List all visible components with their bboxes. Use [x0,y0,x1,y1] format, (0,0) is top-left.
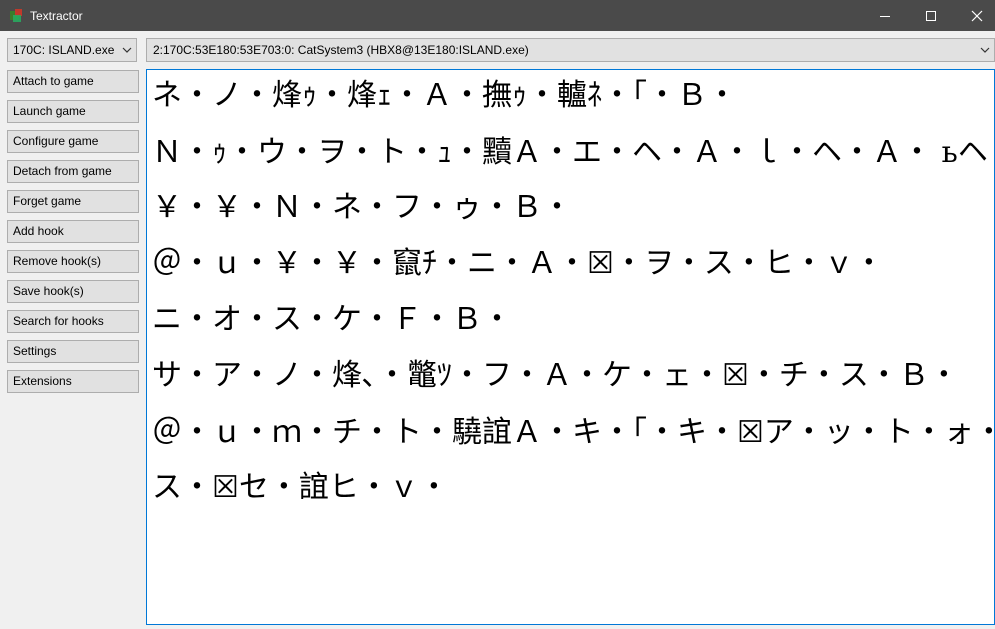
add-hook-button[interactable]: Add hook [7,220,139,243]
configure-game-button[interactable]: Configure game [7,130,139,153]
text-thread-select-value: 2:170C:53E180:53E703:0: CatSystem3 (HBX8… [153,43,529,57]
forget-game-button[interactable]: Forget game [7,190,139,213]
output-line: ニ・オ・ス・ケ・Ｆ・Ｂ・ [152,302,512,337]
search-for-hooks-button[interactable]: Search for hooks [7,310,139,333]
window-title: Textractor [30,9,83,23]
output-line: ＠・ｕ・￥・￥・竄ﾁ・ニ・Ａ・☒・ヲ・ス・ヒ・ｖ・ [152,246,884,281]
maximize-button[interactable] [908,0,954,31]
maximize-icon [926,10,936,21]
remove-hooks-button[interactable]: Remove hook(s) [7,250,139,273]
chevron-down-icon [122,47,132,53]
extensions-button[interactable]: Extensions [7,370,139,393]
output-line: Ｎ・ｩ・ウ・ヲ・ト・ｭ・黷Ａ・エ・ヘ・Ａ・ｌ・ヘ・Ａ・ ьヘ・ [152,135,995,170]
detach-from-game-button[interactable]: Detach from game [7,160,139,183]
title-bar: Textractor [0,0,995,31]
output-line: ネ・ノ・烽ｩ・烽ｪ・Ａ・撫ｩ・轤ﾈ・「・Ｂ・ [152,78,737,113]
text-thread-select[interactable]: 2:170C:53E180:53E703:0: CatSystem3 (HBX8… [146,38,995,62]
text-output-area[interactable]: ネ・ノ・烽ｩ・烽ｪ・Ａ・撫ｩ・轤ﾈ・「・Ｂ・ Ｎ・ｩ・ウ・ヲ・ト・ｭ・黷Ａ・エ・… [146,69,995,625]
process-select[interactable]: 170C: ISLAND.exe [7,38,137,62]
minimize-icon [880,15,890,17]
close-icon [971,10,983,21]
process-select-value: 170C: ISLAND.exe [13,43,115,57]
close-button[interactable] [954,0,995,31]
output-line: ＠・ｕ・ｍ・チ・ト・驍誼Ａ・キ・「・キ・☒ア・ッ・ト・ォ・ [152,415,995,450]
launch-game-button[interactable]: Launch game [7,100,139,123]
output-line: サ・ア・ノ・烽､・鼈ﾂ・フ・Ａ・ケ・ェ・☒・チ・ス・Ｂ・ [152,358,959,393]
output-line: ￥・￥・Ｎ・ネ・フ・ゥ・Ｂ・ [152,190,572,225]
settings-button[interactable]: Settings [7,340,139,363]
attach-to-game-button[interactable]: Attach to game [7,70,139,93]
chevron-down-icon [980,47,990,53]
minimize-button[interactable] [862,0,908,31]
output-line: ス・☒セ・誼ヒ・ｖ・ [152,470,449,505]
save-hooks-button[interactable]: Save hook(s) [7,280,139,303]
textractor-app-icon [10,9,22,22]
